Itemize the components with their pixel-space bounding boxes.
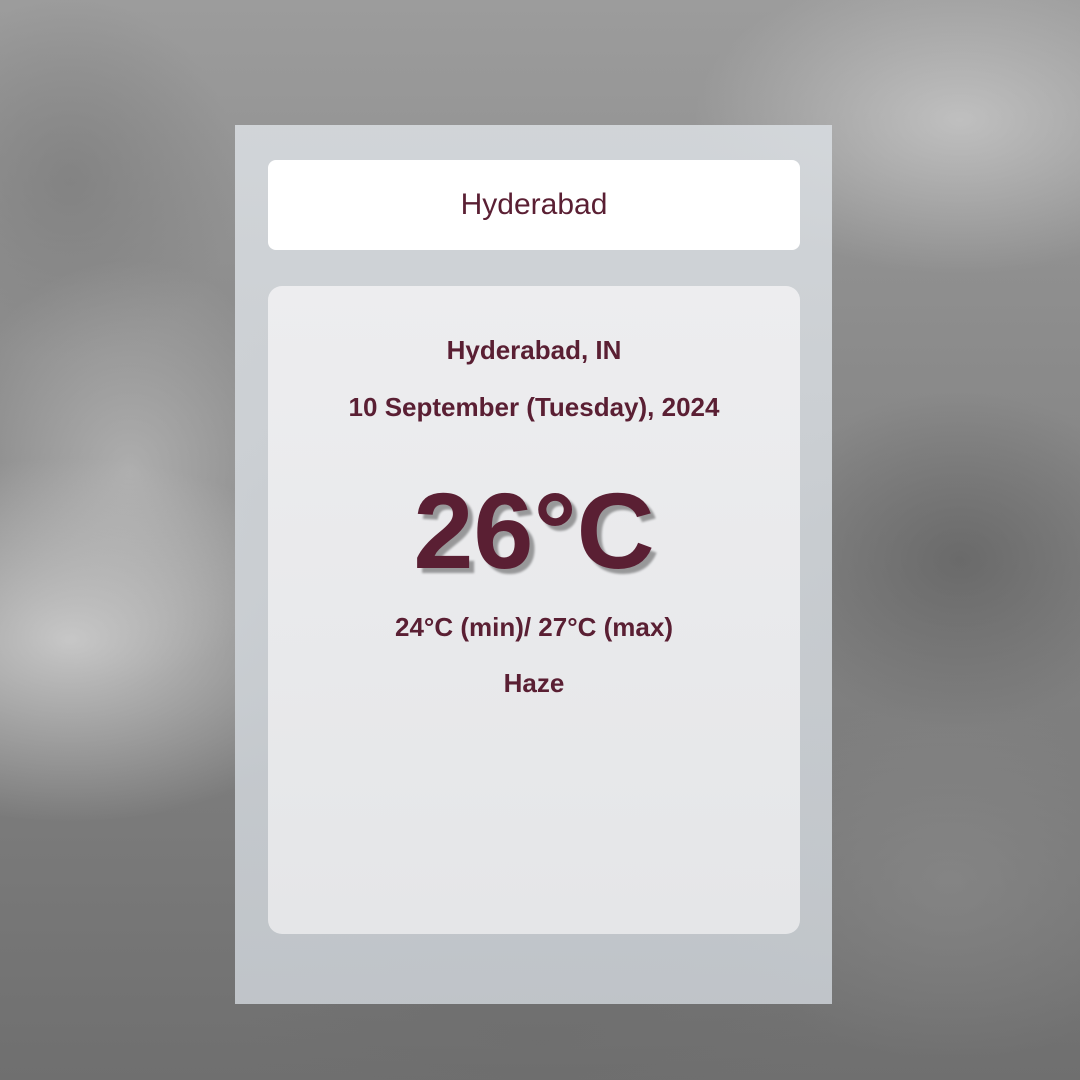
temperature-range: 24°C (min)/ 27°C (max) <box>395 612 673 642</box>
city-search-input[interactable] <box>268 187 800 223</box>
current-temperature: 26°C <box>413 470 655 591</box>
search-box <box>268 160 800 250</box>
location-label: Hyderabad, IN <box>446 335 622 365</box>
weather-app-panel: Hyderabad, IN 10 September (Tuesday), 20… <box>235 125 832 1004</box>
date-label: 10 September (Tuesday), 2024 <box>348 392 720 422</box>
weather-card: Hyderabad, IN 10 September (Tuesday), 20… <box>268 286 800 934</box>
weather-condition: Haze <box>503 668 565 698</box>
